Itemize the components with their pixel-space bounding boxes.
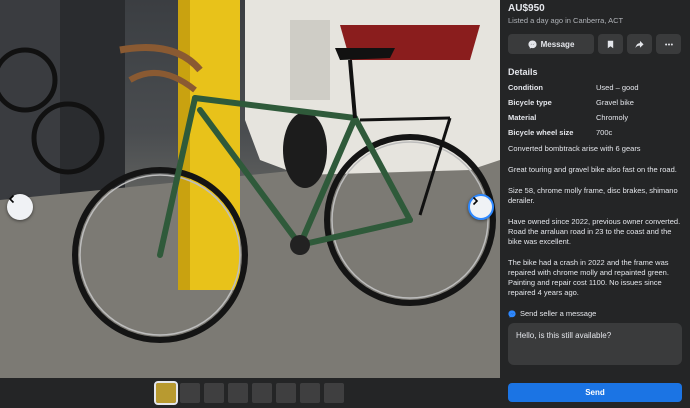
message-button[interactable]: Message [508, 34, 594, 54]
detail-key: Bicycle type [508, 98, 552, 107]
share-button[interactable] [627, 34, 652, 54]
message-button-label: Message [540, 39, 575, 49]
detail-key: Condition [508, 83, 543, 92]
description-paragraph: Converted bombtrack arise with 6 gears [508, 144, 641, 153]
description-paragraph: Great touring and gravel bike also fast … [508, 165, 677, 174]
messenger-icon [508, 309, 516, 318]
listing-meta: Listed a day ago in Canberra, ACT [508, 16, 624, 25]
photo-thumbnail-strip [0, 378, 500, 408]
listing-price: AU$950 [508, 3, 545, 14]
share-icon [635, 40, 644, 48]
description-paragraph: Size 58, chrome molly frame, disc brakes… [508, 186, 678, 205]
detail-row-condition: Condition Used – good [508, 83, 682, 92]
detail-row-wheel-size: Bicycle wheel size 700c [508, 128, 682, 137]
photo-thumbnail[interactable] [276, 383, 296, 403]
details-heading: Details [508, 67, 538, 77]
description-paragraph: Have owned since 2022, previous owner co… [508, 217, 681, 246]
detail-value: Chromoly [596, 113, 629, 122]
next-photo-button[interactable] [468, 194, 494, 220]
detail-row-material: Material Chromoly [508, 113, 682, 122]
description-paragraph: The bike had a crash in 2022 and the fra… [508, 258, 669, 297]
save-button[interactable] [598, 34, 623, 54]
bookmark-icon [607, 40, 614, 48]
send-button[interactable]: Send [508, 383, 682, 402]
chevron-left-icon [8, 194, 15, 204]
send-seller-message-header: Send seller a message [508, 309, 682, 318]
detail-value: Used – good [596, 83, 639, 92]
detail-row-bicycle-type: Bicycle type Gravel bike [508, 98, 682, 107]
listing-actions: Message [508, 34, 682, 54]
seller-message-input[interactable]: Hello, is this still available? [508, 323, 682, 365]
listing-details-panel: AU$950 Listed a day ago in Canberra, ACT… [500, 0, 690, 408]
messenger-icon [528, 39, 537, 49]
photo-viewer [0, 0, 500, 408]
detail-value: Gravel bike [596, 98, 634, 107]
photo-thumbnail[interactable] [300, 383, 320, 403]
photo-thumbnail[interactable] [252, 383, 272, 403]
bicycle-photo-illustration [0, 0, 500, 378]
more-options-button[interactable] [656, 34, 681, 54]
chevron-right-icon [472, 196, 479, 206]
detail-value: 700c [596, 128, 613, 137]
listing-description: Converted bombtrack arise with 6 gears G… [508, 144, 682, 298]
send-seller-message-label: Send seller a message [520, 309, 597, 318]
photo-thumbnail[interactable] [180, 383, 200, 403]
photo-thumbnail[interactable] [204, 383, 224, 403]
photo-thumbnail[interactable] [228, 383, 248, 403]
listing-photo [0, 0, 500, 378]
previous-photo-button[interactable] [7, 194, 33, 220]
detail-key: Material [508, 113, 537, 122]
more-icon [664, 43, 673, 45]
photo-thumbnail[interactable] [154, 381, 178, 405]
detail-key: Bicycle wheel size [508, 128, 574, 137]
photo-thumbnail[interactable] [324, 383, 344, 403]
